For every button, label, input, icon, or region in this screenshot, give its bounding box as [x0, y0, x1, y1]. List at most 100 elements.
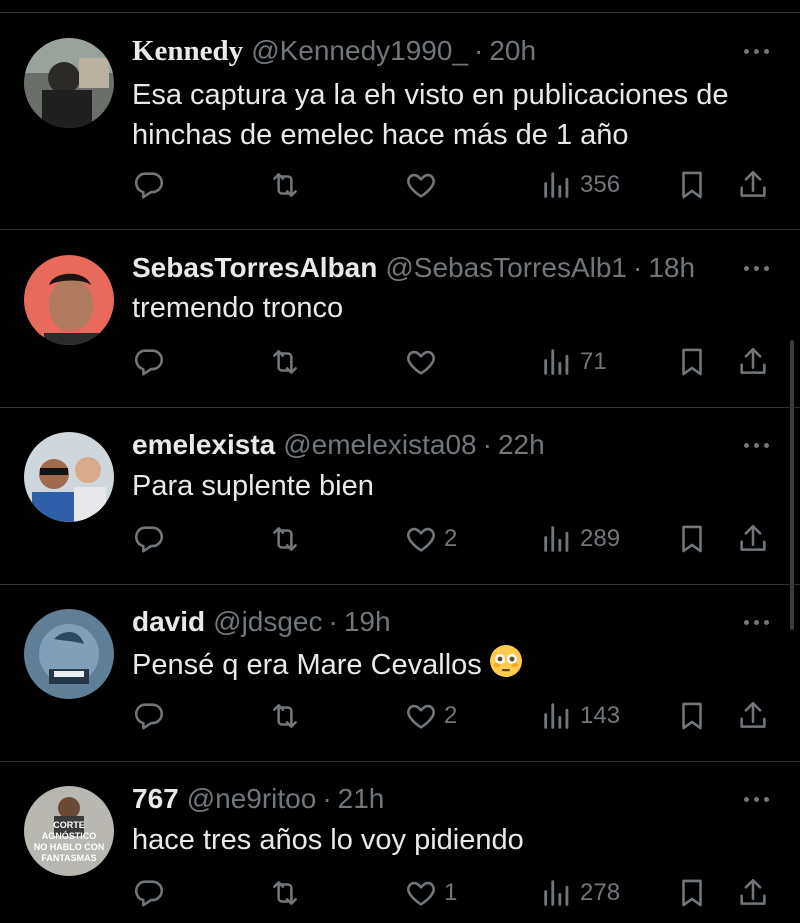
- avatar[interactable]: [24, 255, 114, 345]
- user-handle[interactable]: @jdsgec: [213, 602, 322, 642]
- display-name[interactable]: SebasTorresAlban: [132, 248, 377, 288]
- tweet-text-line: tremendo tronco: [132, 292, 344, 324]
- retweet-button[interactable]: [268, 342, 302, 382]
- reply-tweet[interactable]: david @jdsgec · 19h Pensé q era Mare Cev…: [0, 585, 800, 762]
- more-dots-icon[interactable]: [740, 252, 772, 284]
- display-name[interactable]: Kennedy: [132, 31, 243, 71]
- bookmark-icon: [682, 879, 702, 907]
- reply-tweet[interactable]: SebasTorresAlban @SebasTorresAlb1 · 18h …: [0, 230, 800, 408]
- tweet-header: emelexista @emelexista08 · 22h: [132, 425, 770, 465]
- views-button[interactable]: 278: [540, 873, 620, 913]
- more-dots-icon[interactable]: [740, 429, 772, 461]
- bookmark-icon: [682, 348, 702, 376]
- tweet-header: Kennedy @Kennedy1990_ · 20h: [132, 31, 770, 71]
- timestamp[interactable]: 22h: [498, 425, 545, 465]
- retweet-button[interactable]: [268, 519, 302, 559]
- heart-icon: [407, 704, 435, 729]
- tweet-text: Pensé q era Mare Cevallos: [132, 643, 760, 690]
- retweet-icon: [273, 527, 297, 551]
- reply-icon: [134, 172, 164, 199]
- like-button[interactable]: [404, 342, 444, 382]
- user-handle[interactable]: @emelexista08: [283, 425, 476, 465]
- more-dots-icon[interactable]: [740, 783, 772, 815]
- scrollbar[interactable]: [790, 340, 794, 630]
- timestamp[interactable]: 20h: [489, 31, 536, 71]
- avatar[interactable]: [24, 38, 114, 128]
- timestamp[interactable]: 19h: [344, 602, 391, 642]
- tweet-header: 767 @ne9ritoo · 21h: [132, 779, 770, 819]
- view-count: 143: [580, 702, 621, 729]
- avatar[interactable]: CORTE AGNÓSTICO NO HABLO CON FANTASMAS: [24, 786, 114, 876]
- share-button[interactable]: [736, 342, 770, 382]
- reply-button[interactable]: [132, 873, 166, 913]
- like-button[interactable]: 2: [404, 519, 457, 559]
- avatar-photo: CORTE AGNÓSTICO NO HABLO CON FANTASMAS: [24, 786, 114, 876]
- views-button[interactable]: 71: [540, 342, 607, 382]
- tweet-text: tremendo tronco: [132, 288, 760, 328]
- views-button[interactable]: 289: [540, 519, 620, 559]
- avatar-text-line: CORTE: [53, 820, 85, 830]
- avatar[interactable]: [24, 609, 114, 699]
- like-count: 2: [444, 702, 458, 729]
- display-name[interactable]: david: [132, 602, 205, 642]
- reply-feed: Kennedy @Kennedy1990_ · 20h Esa captura …: [0, 0, 800, 923]
- share-icon: [740, 878, 766, 905]
- reply-button[interactable]: [132, 696, 166, 736]
- like-button[interactable]: 2: [404, 696, 457, 736]
- user-handle[interactable]: @SebasTorresAlb1: [385, 248, 627, 288]
- share-button[interactable]: [736, 165, 770, 205]
- more-dots-icon[interactable]: [740, 35, 772, 67]
- tweet-text: Para suplente bien: [132, 466, 760, 506]
- tweet-header: SebasTorresAlban @SebasTorresAlb1 · 18h: [132, 248, 770, 288]
- bookmark-button[interactable]: [675, 165, 709, 205]
- heart-icon: [407, 881, 435, 906]
- user-handle[interactable]: @Kennedy1990_: [251, 31, 468, 71]
- reply-tweet[interactable]: emelexista @emelexista08 · 22h Para supl…: [0, 408, 800, 585]
- flushed-face-emoji-icon: [488, 643, 524, 690]
- retweet-icon: [273, 350, 297, 374]
- avatar-text-line: FANTASMAS: [41, 853, 96, 863]
- like-button[interactable]: [404, 165, 444, 205]
- retweet-button[interactable]: [268, 873, 302, 913]
- bookmark-button[interactable]: [675, 873, 709, 913]
- like-button[interactable]: 1: [404, 873, 457, 913]
- bookmark-button[interactable]: [675, 519, 709, 559]
- share-icon: [740, 347, 766, 374]
- separator-dot: ·: [328, 606, 338, 637]
- retweet-button[interactable]: [268, 165, 302, 205]
- reply-button[interactable]: [132, 342, 166, 382]
- like-count: 1: [444, 879, 458, 906]
- avatar-text-line: NO HABLO CON: [34, 842, 105, 852]
- reply-button[interactable]: [132, 165, 166, 205]
- reply-button[interactable]: [132, 519, 166, 559]
- share-button[interactable]: [736, 873, 770, 913]
- bookmark-button[interactable]: [675, 696, 709, 736]
- avatar-photo: [24, 609, 114, 699]
- share-button[interactable]: [736, 696, 770, 736]
- display-name[interactable]: 767: [132, 779, 179, 819]
- tweet-text-line: Para suplente bien: [132, 470, 374, 502]
- separator-dot: ·: [633, 252, 643, 283]
- bookmark-icon: [682, 171, 702, 199]
- separator-dot: ·: [322, 783, 332, 814]
- tweet-text-line: Pensé q era Mare Cevallos: [132, 643, 760, 690]
- share-icon: [740, 701, 766, 728]
- more-dots-icon[interactable]: [740, 606, 772, 638]
- retweet-button[interactable]: [268, 696, 302, 736]
- display-name[interactable]: emelexista: [132, 425, 275, 465]
- user-handle[interactable]: @ne9ritoo: [187, 779, 317, 819]
- views-button[interactable]: 143: [540, 696, 620, 736]
- reply-tweet[interactable]: Kennedy @Kennedy1990_ · 20h Esa captura …: [0, 13, 800, 230]
- share-button[interactable]: [736, 519, 770, 559]
- views-button[interactable]: 356: [540, 165, 620, 205]
- reply-icon: [134, 880, 164, 907]
- bookmark-icon: [682, 702, 702, 730]
- views-chart-icon: [544, 880, 569, 906]
- tweet-actions: 1 278: [0, 873, 800, 913]
- reply-tweet[interactable]: CORTE AGNÓSTICO NO HABLO CON FANTASMAS 7…: [0, 762, 800, 923]
- timestamp[interactable]: 21h: [338, 779, 385, 819]
- avatar[interactable]: [24, 432, 114, 522]
- view-count: 278: [580, 879, 621, 906]
- timestamp[interactable]: 18h: [648, 248, 695, 288]
- bookmark-button[interactable]: [675, 342, 709, 382]
